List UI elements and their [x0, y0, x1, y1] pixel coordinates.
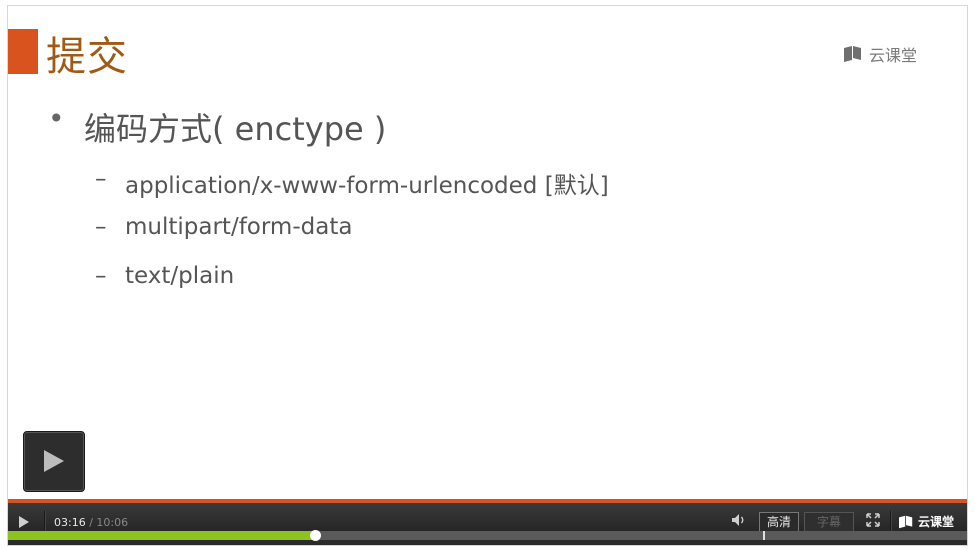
slide-content[interactable]: 提交 云课堂 • 编码方式( enctype ) – application/x…	[8, 6, 967, 499]
book-icon	[843, 45, 863, 63]
quality-button[interactable]: 高清	[759, 512, 799, 532]
subtitle-button[interactable]: 字幕	[804, 512, 854, 532]
player-brand-label: 云课堂	[918, 515, 955, 529]
time-separator: /	[89, 516, 93, 529]
play-icon[interactable]	[18, 515, 30, 529]
video-player: 提交 云课堂 • 编码方式( enctype ) – application/x…	[7, 5, 968, 546]
current-time: 03:16	[54, 516, 86, 529]
progress-bar[interactable]	[8, 530, 967, 541]
divider	[44, 511, 46, 531]
player-brand: 云课堂	[898, 513, 954, 530]
slide-title: 提交	[46, 34, 128, 80]
slide-brand-label: 云课堂	[869, 46, 918, 65]
progress-handle[interactable]	[309, 530, 321, 541]
big-play-button[interactable]	[23, 431, 85, 492]
play-icon	[44, 450, 64, 472]
control-bar: 03:16 / 10:06 高清 字幕 云课堂	[8, 499, 967, 545]
progress-fill	[8, 531, 315, 540]
sub-marker: –	[95, 166, 107, 192]
volume-icon[interactable]	[731, 513, 747, 527]
sub-marker: –	[95, 263, 107, 289]
control-strip: 03:16 / 10:06 高清 字幕 云课堂	[8, 503, 967, 532]
book-icon	[899, 515, 913, 528]
buffer-marker	[763, 531, 765, 540]
time-display: 03:16 / 10:06	[54, 516, 128, 529]
sub-item-text: text/plain	[125, 263, 235, 289]
sub-marker: –	[95, 214, 107, 240]
slide-brand: 云课堂	[843, 42, 917, 66]
sub-item-text: multipart/form-data	[125, 214, 353, 240]
bullet-text: 编码方式( enctype )	[84, 110, 387, 148]
title-accent-bar	[8, 29, 38, 74]
fullscreen-icon[interactable]	[866, 513, 880, 527]
total-time: 10:06	[96, 516, 129, 529]
sub-item-text: application/x-www-form-urlencoded [默认]	[125, 173, 609, 199]
divider	[890, 511, 892, 531]
bullet-marker: •	[48, 102, 65, 135]
